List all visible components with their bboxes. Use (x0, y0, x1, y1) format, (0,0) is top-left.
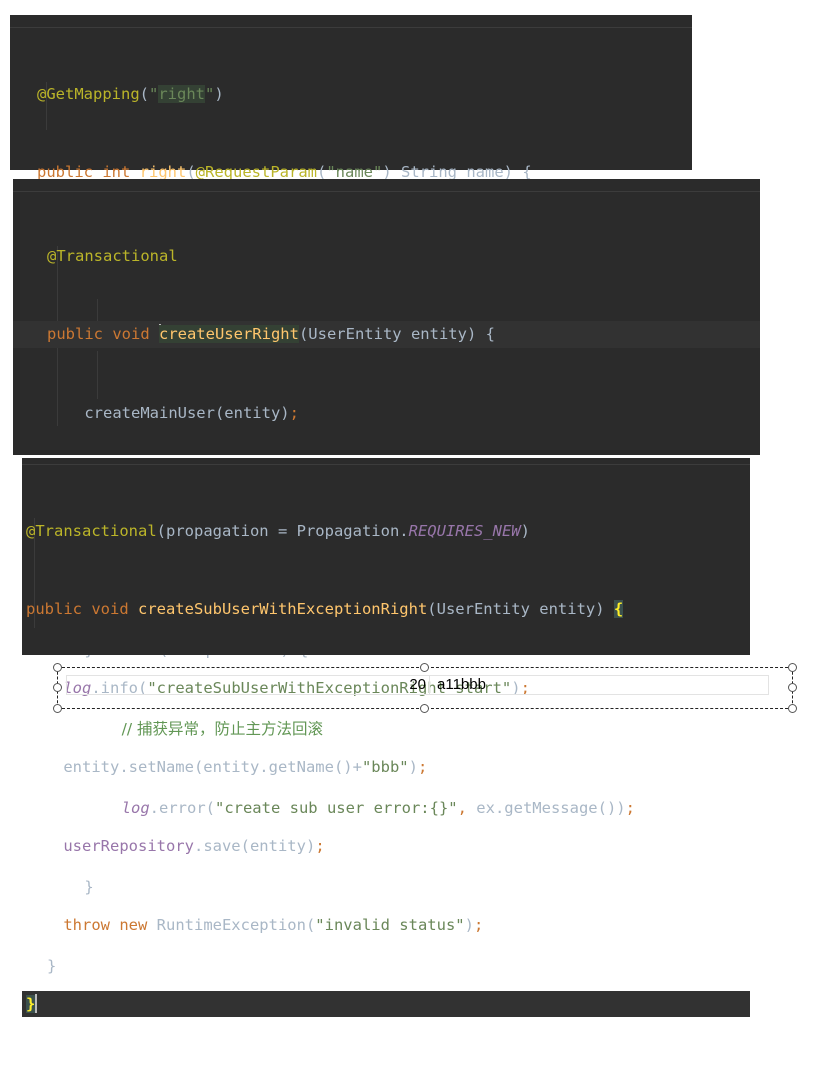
field: userRepository (63, 837, 194, 856)
quote: " (205, 84, 215, 103)
code-line: @Transactional (47, 243, 760, 269)
semicolon: ; (289, 404, 299, 423)
paren: ) (464, 916, 474, 935)
code-text: .save(entity) (193, 837, 316, 856)
code-text: (UserEntity entity) (427, 600, 614, 619)
enum-constant: REQUIRES_NEW (408, 521, 521, 540)
paren: ) (214, 84, 224, 103)
code-line: entity.setName(entity.getName()+"bbb"); (26, 754, 750, 780)
keyword: throw new (63, 916, 157, 935)
code-line-current: } (22, 990, 750, 1018)
annotation: @Transactional (26, 521, 157, 540)
code-text: (UserEntity entity) { (298, 325, 495, 344)
code-line-current: public void createUserRight(UserEntity e… (13, 321, 760, 348)
code-panel-create-user-right: @Transactional public void createUserRig… (13, 179, 760, 975)
resize-handle-top-center[interactable] (420, 663, 429, 672)
code-text: RuntimeException( (156, 916, 316, 935)
resize-handle-top-right[interactable] (788, 663, 797, 672)
string-literal: "invalid status" (315, 916, 465, 935)
code-panel-get-mapping: @GetMapping("right") public int right(@R… (10, 15, 692, 418)
keyword: public void (26, 600, 138, 619)
brace-match-highlight: } (26, 994, 36, 1013)
resize-handle-mid-right[interactable] (788, 683, 797, 692)
user-name-cell: a11bbb (437, 676, 486, 693)
paren: ( (139, 84, 149, 103)
string-literal-highlighted: right (158, 84, 206, 103)
text-caret (35, 993, 38, 1013)
semicolon: ; (417, 758, 428, 777)
code-line: createMainUser(entity); (47, 400, 760, 426)
resize-handle-bottom-right[interactable] (788, 704, 797, 713)
method-name-highlighted: createUserRight (158, 325, 299, 344)
keyword: public void (47, 325, 159, 344)
code-line: throw new RuntimeException("invalid stat… (26, 912, 750, 938)
quote: " (149, 84, 159, 103)
code-line: @Transactional(propagation = Propagation… (26, 518, 750, 544)
result-table-row: 20 a11bbb (66, 675, 769, 695)
code-panel-create-sub-user: @Transactional(propagation = Propagation… (22, 458, 750, 1018)
panel-header-bar (22, 458, 750, 465)
annotation: @GetMapping (37, 84, 140, 103)
semicolon: ; (473, 916, 484, 935)
resize-handle-bottom-left[interactable] (53, 704, 62, 713)
code-line: @GetMapping("right") (37, 81, 692, 107)
code-text: createMainUser(entity) (84, 404, 290, 423)
brace-match-highlight: { (613, 600, 624, 619)
code-line: public void createSubUserWithExceptionRi… (26, 596, 750, 622)
code-line: userRepository.save(entity); (26, 833, 750, 859)
paren: ) (408, 758, 418, 777)
annotation: @Transactional (47, 246, 178, 265)
resize-handle-top-left[interactable] (53, 663, 62, 672)
panel-header-bar (10, 15, 692, 28)
string-literal: "bbb" (361, 758, 409, 777)
semicolon: ; (315, 837, 325, 856)
code-block: @Transactional(propagation = Propagation… (22, 465, 750, 1070)
code-text: (propagation = Propagation. (156, 521, 409, 540)
paren: ) (520, 521, 530, 540)
method-name: createSubUserWithExceptionRight (137, 600, 428, 619)
resize-handle-mid-left[interactable] (53, 683, 62, 692)
resize-handle-bottom-center[interactable] (420, 704, 429, 713)
user-count-cell: 20 (409, 676, 430, 694)
code-text: entity.setName(entity.getName()+ (63, 758, 362, 777)
